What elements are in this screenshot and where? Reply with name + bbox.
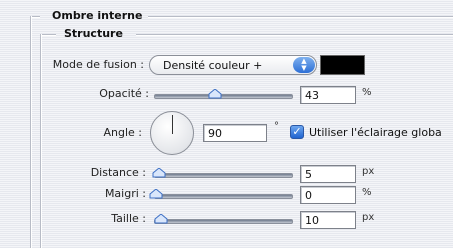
global-light-checkbox[interactable]: ✓ bbox=[290, 125, 304, 139]
angle-dial[interactable] bbox=[150, 111, 194, 155]
section-rule-right bbox=[148, 16, 453, 17]
size-input[interactable]: 10 bbox=[300, 211, 356, 229]
angle-input[interactable]: 90 bbox=[203, 124, 267, 142]
section-title: Ombre interne bbox=[52, 9, 143, 22]
subsection-rule-right bbox=[136, 34, 453, 35]
opacity-slider-thumb[interactable] bbox=[208, 89, 222, 99]
size-slider-thumb[interactable] bbox=[154, 214, 168, 224]
section-rule-left bbox=[30, 16, 40, 17]
distance-slider-track[interactable] bbox=[154, 173, 293, 178]
distance-unit: px bbox=[362, 166, 375, 177]
blend-mode-label: Mode de fusion : bbox=[52, 58, 144, 71]
angle-dial-needle bbox=[172, 115, 173, 134]
opacity-label: Opacité : bbox=[99, 87, 149, 100]
blend-mode-select[interactable]: Densité couleur + ▲ ▼ bbox=[149, 55, 317, 75]
size-unit: px bbox=[362, 212, 375, 223]
opacity-input[interactable]: 43 bbox=[300, 86, 356, 104]
blend-mode-value: Densité couleur + bbox=[163, 59, 263, 72]
checkmark-icon: ✓ bbox=[292, 125, 302, 138]
chevron-updown-icon: ▲ ▼ bbox=[293, 57, 315, 73]
subsection-rule-left bbox=[40, 34, 56, 35]
angle-unit: ° bbox=[274, 121, 279, 132]
angle-label: Angle : bbox=[103, 126, 142, 139]
distance-slider-thumb[interactable] bbox=[152, 168, 166, 178]
choke-slider-thumb[interactable] bbox=[149, 189, 163, 199]
shadow-color-swatch[interactable] bbox=[320, 55, 365, 75]
size-label: Taille : bbox=[111, 212, 146, 225]
subsection-frame-left bbox=[40, 34, 41, 248]
choke-slider-track[interactable] bbox=[154, 194, 293, 199]
size-slider-track[interactable] bbox=[154, 219, 293, 224]
choke-unit: % bbox=[362, 187, 372, 198]
choke-input[interactable]: 0 bbox=[300, 186, 356, 204]
section-frame-left bbox=[30, 16, 31, 248]
subsection-title: Structure bbox=[64, 27, 123, 40]
choke-label: Maigri : bbox=[104, 187, 146, 200]
global-light-label: Utiliser l'éclairage globa bbox=[309, 126, 442, 139]
distance-label: Distance : bbox=[90, 166, 146, 179]
opacity-slider-track[interactable] bbox=[154, 94, 293, 99]
opacity-unit: % bbox=[362, 87, 372, 98]
distance-input[interactable]: 5 bbox=[300, 165, 356, 183]
